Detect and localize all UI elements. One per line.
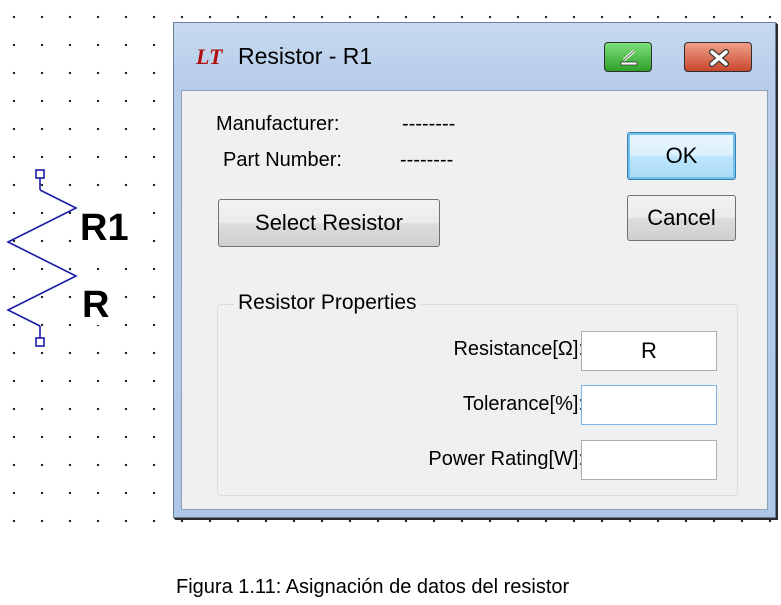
dialog-body: Manufacturer: -------- Part Number: ----… [181,90,768,510]
dialog-title: Resistor - R1 [238,43,373,69]
resistor-properties-group: Resistor Properties Resistance[Ω]: R Tol… [217,291,738,496]
component-ref-label: R1 [80,207,129,249]
ok-button[interactable]: OK [627,132,736,180]
resistance-field[interactable]: R [581,331,717,371]
part-number-label: Part Number: [223,149,342,171]
figure-caption: Figura 1.11: Asignación de datos del res… [176,576,570,598]
ltspice-logo-icon: LT [196,44,223,69]
manufacturer-label: Manufacturer: [216,113,340,135]
terminal-top [35,169,45,179]
component-value-label: R [82,284,110,326]
tolerance-field[interactable] [581,385,717,425]
resistance-label: Resistance[Ω]: [453,338,584,360]
close-icon [709,49,729,67]
power-rating-label: Power Rating[W]: [428,448,584,470]
close-button[interactable] [684,42,752,72]
minimize-button[interactable] [604,42,652,72]
minimize-icon [620,49,638,66]
resistor-symbol[interactable] [0,160,160,360]
resistor-dialog: LT Resistor - R1 Manufacturer: -------- … [173,22,776,518]
select-resistor-button[interactable]: Select Resistor [218,199,440,247]
tolerance-label: Tolerance[%]: [462,393,584,415]
terminal-bottom [35,337,45,347]
cancel-button[interactable]: Cancel [627,195,736,241]
manufacturer-value: -------- [402,113,456,135]
group-title: Resistor Properties [234,291,421,315]
part-number-value: -------- [400,149,454,171]
power-rating-field[interactable] [581,440,717,480]
title-bar[interactable]: LT Resistor - R1 [174,23,775,89]
